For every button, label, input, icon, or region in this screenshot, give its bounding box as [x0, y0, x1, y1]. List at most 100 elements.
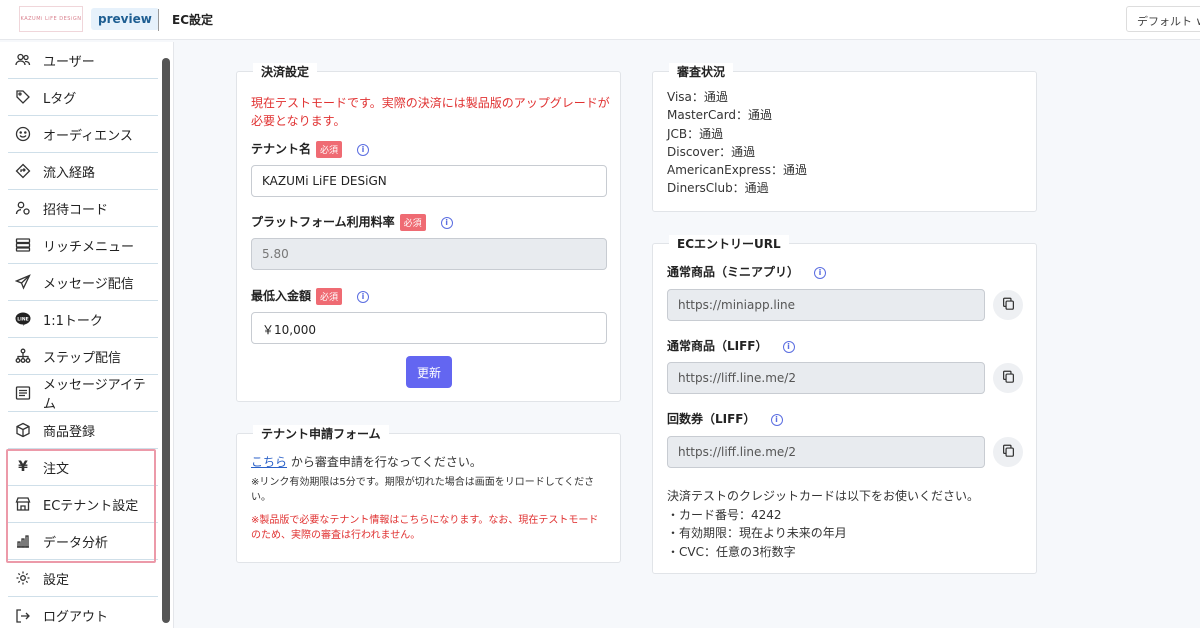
liff-url-input[interactable]: https://liff.line.me/2	[667, 362, 985, 394]
application-instruction-text: から審査申請を行なってください。	[287, 455, 482, 469]
tenant-name-input[interactable]: KAZUMi LiFE DESiGN	[251, 165, 607, 197]
entry-field-label: 回数券（LIFF）	[667, 412, 756, 426]
copy-icon	[1002, 297, 1015, 314]
sidebar-item-label: オーディエンス	[43, 128, 133, 144]
list-icon	[13, 383, 33, 403]
info-icon[interactable]: i	[782, 340, 795, 353]
gear-icon	[13, 568, 33, 588]
send-icon	[13, 272, 33, 292]
sidebar-item-broadcast[interactable]: メッセージ配信	[8, 264, 158, 301]
entry-field-label-row: 通常商品（LIFF） i	[667, 337, 795, 354]
sidebar-item-label: 招待コード	[43, 202, 109, 218]
sidebar-scrollbar[interactable]	[162, 58, 170, 623]
sidebar-item-label: 設定	[43, 572, 70, 588]
tenant-application-title: テナント申請フォーム	[253, 425, 389, 442]
min-amount-input[interactable]: ￥10,000	[251, 312, 607, 344]
ec-entry-url-card: ECエントリーURL 通常商品（ミニアプリ） i https://miniapp.…	[652, 235, 1037, 574]
copy-icon	[1002, 370, 1015, 387]
route-icon	[13, 161, 33, 181]
account-dropdown-value: デフォルト	[1137, 15, 1192, 28]
review-status-line: JCB：通過	[667, 126, 724, 141]
review-status-line: AmericanExpress：通過	[667, 163, 807, 178]
test-card-info: 決済テストのクレジットカードは以下をお使いください。 ・カード番号：4242 ・…	[667, 487, 979, 561]
copy-button[interactable]	[993, 290, 1023, 320]
sidebar-item-products[interactable]: 商品登録	[8, 412, 158, 449]
production-note: ※製品版で必要なテナント情報はこちらになります。なお、現在テストモードのため、実…	[251, 515, 599, 541]
logout-icon	[13, 606, 33, 626]
entry-field-label-row: 通常商品（ミニアプリ） i	[667, 263, 827, 280]
miniapp-url-input[interactable]: https://miniapp.line	[667, 289, 985, 321]
sidebar-item-label: ステップ配信	[43, 350, 122, 366]
payment-settings-card: 決済設定 現在テストモードです。実際の決済には製品版のアップグレードが必要となり…	[236, 63, 621, 402]
entry-field-label: 通常商品（LIFF）	[667, 339, 768, 353]
entry-field-label: 通常商品（ミニアプリ）	[667, 265, 800, 279]
required-badge: 必須	[316, 288, 343, 305]
sidebar-item-label: 商品登録	[43, 424, 96, 440]
application-link[interactable]: こちら	[251, 455, 287, 469]
sidebar-item-label: Lタグ	[43, 91, 77, 107]
info-icon[interactable]: i	[357, 290, 370, 303]
box-icon	[13, 420, 33, 440]
review-status-card: 審査状況 Visa：通過 MasterCard：通過 JCB：通過 Discov…	[652, 63, 1037, 212]
sidebar-item-label: 流入経路	[43, 165, 96, 181]
platform-fee-label-row: プラットフォーム利用料率 必須 i	[251, 213, 453, 231]
application-instruction: こちら から審査申請を行なってください。	[251, 453, 482, 470]
sidebar-item-ltag[interactable]: Lタグ	[8, 79, 158, 116]
sidebar-item-label: 1:1トーク	[43, 313, 103, 329]
info-icon[interactable]: i	[814, 266, 827, 279]
tag-icon	[13, 87, 33, 107]
test-card-line: ・有効期限：現在より未来の年月	[667, 526, 847, 540]
info-icon[interactable]: i	[357, 143, 370, 156]
min-amount-label: 最低入金額	[251, 289, 312, 303]
sidebar-highlight-box	[6, 449, 156, 563]
copy-button[interactable]	[993, 437, 1023, 467]
min-amount-label-row: 最低入金額 必須 i	[251, 287, 370, 305]
sidebar-item-richmenu[interactable]: リッチメニュー	[8, 227, 158, 264]
sidebar-item-label: ログアウト	[43, 610, 109, 625]
sidebar-item-users[interactable]: ユーザー	[8, 42, 158, 79]
sidebar-item-audience[interactable]: オーディエンス	[8, 116, 158, 153]
hierarchy-icon	[13, 346, 33, 366]
sidebar-item-label: リッチメニュー	[43, 239, 135, 255]
info-icon[interactable]: i	[770, 413, 783, 426]
ec-entry-url-title: ECエントリーURL	[669, 235, 789, 252]
svg-text:LINE: LINE	[17, 316, 28, 322]
link-expiry-note: ※リンク有効期限は5分です。期限が切れた場合は画面をリロードしてください。	[251, 477, 595, 503]
sidebar-item-message-items[interactable]: メッセージアイテム	[8, 375, 158, 412]
sidebar-item-logout[interactable]: ログアウト	[8, 597, 158, 628]
sidebar-item-label: メッセージアイテム	[42, 378, 146, 412]
test-mode-warning: 現在テストモードです。実際の決済には製品版のアップグレードが必要となります。	[251, 96, 610, 128]
account-dropdown[interactable]: デフォルト ∨	[1126, 6, 1200, 32]
review-status-list: Visa：通過 MasterCard：通過 JCB：通過 Discover：通過…	[667, 88, 807, 198]
menu-icon	[13, 235, 33, 255]
chevron-down-icon: ∨	[1195, 15, 1200, 28]
sidebar-item-invite[interactable]: 招待コード	[8, 190, 158, 227]
required-badge: 必須	[399, 214, 426, 231]
sidebar-item-label: メッセージ配信	[43, 276, 134, 292]
sidebar-item-settings[interactable]: 設定	[8, 560, 158, 597]
ticket-url-input[interactable]: https://liff.line.me/2	[667, 436, 985, 468]
sidebar: ユーザー Lタグ オーディエンス 流入経路 招待コード リッチメニュー メッセー…	[0, 42, 174, 628]
sidebar-item-inflow[interactable]: 流入経路	[8, 153, 158, 190]
entry-field-label-row: 回数券（LIFF） i	[667, 410, 783, 427]
update-button[interactable]: 更新	[406, 356, 452, 388]
page-title: EC設定	[172, 13, 214, 27]
platform-fee-label: プラットフォーム利用料率	[251, 215, 395, 229]
payment-settings-title: 決済設定	[253, 63, 318, 80]
header-divider	[158, 9, 159, 31]
tenant-application-card: テナント申請フォーム こちら から審査申請を行なってください。 ※リンク有効期限…	[236, 425, 621, 563]
user-invite-icon	[13, 198, 33, 218]
smile-icon	[13, 124, 33, 144]
review-status-line: DinersClub：通過	[667, 181, 769, 196]
copy-button[interactable]	[993, 363, 1023, 393]
sidebar-item-talk[interactable]: LINE 1:1トーク	[8, 301, 158, 338]
review-status-title: 審査状況	[669, 63, 734, 80]
brand-logo[interactable]: KAZUMi LiFE DESiGN	[19, 6, 83, 32]
test-card-line: ・カード番号：4242	[667, 507, 782, 522]
info-icon[interactable]: i	[440, 216, 453, 229]
top-bar: KAZUMi LiFE DESiGN preview EC設定 デフォルト ∨	[0, 0, 1200, 40]
sidebar-item-step[interactable]: ステップ配信	[8, 338, 158, 375]
preview-badge: preview	[91, 8, 159, 30]
brand-logo-text: KAZUMi LiFE DESiGN	[20, 16, 82, 22]
copy-icon	[1002, 444, 1015, 461]
